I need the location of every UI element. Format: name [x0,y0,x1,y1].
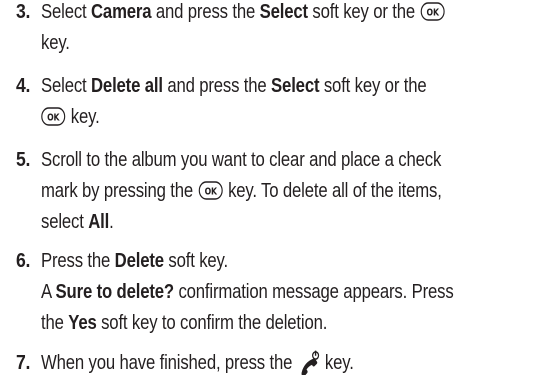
step-line: OK key. [41,101,531,132]
menu-item-camera: Camera [91,0,152,23]
step-text: Select Camera and press the Select soft … [41,0,531,58]
step-line: Scroll to the album you want to clear an… [41,148,442,171]
step-line: select All. [41,210,114,233]
select-softkey-label: Select [271,74,320,97]
step-line: Select Delete all and press the Select s… [41,74,427,97]
step-number: 4. [16,74,31,97]
step-number: 6. [16,249,31,272]
step-number: 7. [16,351,31,374]
step-text: Press the Delete soft key. A Sure to del… [41,245,531,338]
step-text: Select Delete all and press the Select s… [41,70,531,132]
confirmation-message: Sure to delete? [55,280,175,303]
step-line: Select Camera and press the Select soft … [41,0,531,27]
ok-key-label: OK [47,113,60,124]
step-number: 3. [16,0,31,23]
step-number: 5. [16,148,31,171]
option-all: All [88,210,110,233]
step-text: When you have finished, press the key. [41,347,531,378]
ok-key-icon: OK [420,2,445,21]
ok-key-icon: OK [198,181,223,200]
step-line: When you have finished, press the key. [41,347,531,378]
menu-item-delete-all: Delete all [91,74,163,97]
step-text: Scroll to the album you want to clear an… [41,144,531,237]
delete-softkey-label: Delete [114,249,164,272]
step-line: key. [41,31,70,54]
ok-key-label: OK [204,187,217,198]
end-power-key-icon [301,350,320,375]
step-line: Press the Delete soft key. [41,249,228,272]
ok-key-label: OK [426,8,439,19]
step-line: mark by pressing the OK key. To delete a… [41,179,442,202]
select-softkey-label: Select [259,0,308,23]
step-line: A Sure to delete? confirmation message a… [41,280,454,303]
yes-softkey-label: Yes [68,311,97,334]
step-line: the Yes soft key to confirm the deletion… [41,311,328,334]
ok-key-icon: OK [41,107,66,126]
